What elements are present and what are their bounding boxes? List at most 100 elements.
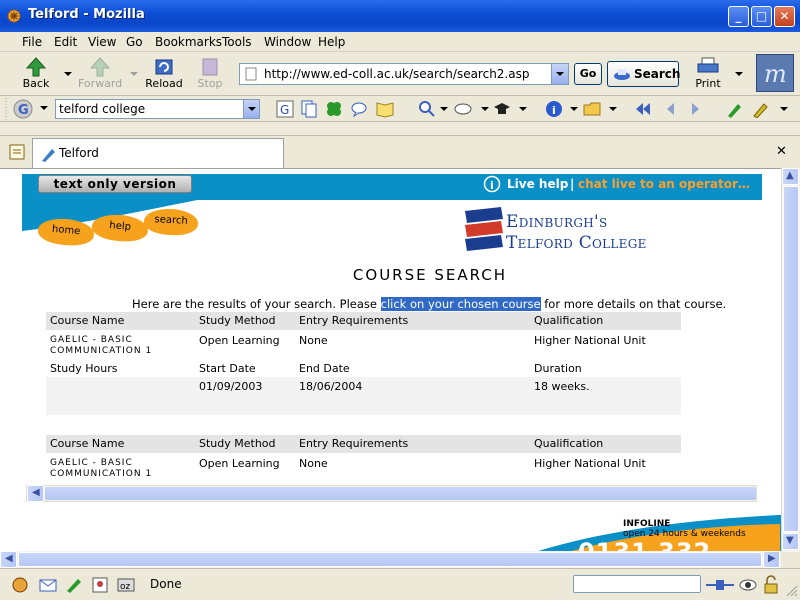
page-scroll-left-button[interactable]: ◀ [0,551,17,568]
chatzilla-icon[interactable]: oz [116,575,136,595]
header-course-name: Course Name [50,314,125,327]
directory-search-icon[interactable] [376,100,394,118]
results-horizontal-scrollbar[interactable]: ◀ [26,485,757,502]
zoom-icon[interactable] [418,100,436,118]
toolbar-search-input[interactable]: telford college [55,99,260,119]
forward-button[interactable]: Forward [78,54,122,94]
folder-dropdown[interactable] [609,107,617,111]
highlight-dropdown[interactable] [481,107,489,111]
print-button[interactable]: Print [686,54,730,94]
popup-blocker-icon[interactable] [738,575,758,595]
close-window-button[interactable]: ✕ [774,6,795,27]
print-dropdown[interactable] [735,72,743,76]
marker-dropdown[interactable] [780,107,788,111]
new-tab-icon[interactable] [8,143,26,161]
first-page-icon[interactable] [634,100,652,118]
maximize-button[interactable]: □ [751,6,772,27]
mail-icon[interactable] [38,575,58,595]
search-button[interactable]: Search [607,61,680,87]
subheader-duration: Duration [534,362,582,375]
info-circle-icon: i [483,175,501,193]
result-2-course-name[interactable]: GAELIC - BASIC COMMUNICATION 1 [50,458,152,480]
page-scroll-right-button[interactable]: ▶ [763,551,780,568]
scroll-down-button[interactable]: ▼ [782,533,799,550]
scroll-left-button[interactable]: ◀ [27,485,44,502]
page-vertical-scrollbar[interactable]: ▲ ▼ [781,168,800,552]
back-history-dropdown[interactable] [64,72,72,76]
menu-go[interactable]: Go [126,35,143,49]
toolbar-grippy-row [0,122,800,136]
go-button[interactable]: Go [574,63,602,85]
navigator-icon[interactable] [10,575,30,595]
pen-icon[interactable] [726,100,744,118]
security-lock-icon[interactable] [762,575,780,595]
mozilla-throbber-icon[interactable]: m [756,54,794,92]
chevron-right-icon: ▶ [768,553,776,564]
url-bar[interactable]: http://www.ed-coll.ac.uk/search/search2.… [239,63,569,85]
next-icon[interactable] [686,100,704,118]
online-connection-icon[interactable] [706,576,734,594]
info-icon[interactable]: i [545,100,563,118]
reload-button[interactable]: Reload [142,54,186,94]
subheader-start-date: Start Date [199,362,256,375]
page-icon [245,67,257,81]
result-1-course-name[interactable]: GAELIC - BASIC COMMUNICATION 1 [50,335,152,357]
menu-window[interactable]: Window [264,35,311,49]
page-horizontal-scrollbar[interactable]: ◀ ▶ [0,551,781,568]
text-only-version-button[interactable]: text only version [38,175,192,193]
infoline-phone[interactable]: 0131 332 2491 [578,538,781,551]
header-course-name-2: Course Name [50,437,125,450]
groups-search-icon[interactable] [350,100,368,118]
resize-grip-icon[interactable] [784,583,798,597]
google-dropdown[interactable] [40,106,48,110]
maximize-icon: □ [755,9,768,23]
menu-view[interactable]: View [88,35,116,49]
menu-file[interactable]: File [22,35,42,49]
chevron-down-icon [556,72,564,76]
live-help-link[interactable]: Live help [507,177,568,191]
horizontal-scroll-thumb[interactable] [18,552,762,567]
url-dropdown-button[interactable] [551,64,568,84]
scroll-up-button[interactable]: ▲ [782,168,799,185]
menu-edit[interactable]: Edit [54,35,77,49]
menu-bookmarks[interactable]: Bookmarks [155,35,222,49]
close-tab-icon[interactable]: ✕ [776,144,787,159]
graduation-cap-icon[interactable] [493,100,511,118]
im-feeling-lucky-icon[interactable] [325,100,343,118]
vertical-scroll-thumb[interactable] [783,186,799,532]
menu-help[interactable]: Help [318,35,345,49]
site-search-icon[interactable] [300,100,318,118]
svg-text:oz: oz [120,582,131,592]
logo-line-1: Edinburgh's [506,212,608,232]
chat-live-link[interactable]: chat live to an operator… [578,177,750,191]
tab-telford[interactable]: Telford [32,138,284,168]
minimize-button[interactable]: _ [728,6,749,27]
composer-icon[interactable] [64,575,84,595]
google-icon[interactable]: G [12,98,34,120]
scholar-dropdown[interactable] [519,107,527,111]
forward-arrow-icon [89,57,111,77]
back-button[interactable]: Back [14,54,58,94]
previous-icon[interactable] [662,100,680,118]
subheader-end-date: End Date [299,362,350,375]
forward-history-dropdown[interactable] [130,72,138,76]
highlight-icon[interactable] [454,100,472,118]
google-search-icon[interactable]: G [276,100,294,118]
results-scroll-thumb[interactable] [45,487,756,500]
status-bar: oz Done [0,568,800,600]
url-text: http://www.ed-coll.ac.uk/search/search2.… [264,67,530,81]
stop-button[interactable]: Stop [188,54,232,94]
mozilla-app-icon[interactable] [6,8,22,24]
minimize-icon: _ [735,9,742,23]
zoom-dropdown[interactable] [440,107,448,111]
result-1-study-method: Open Learning [199,334,280,347]
address-book-icon[interactable] [90,575,110,595]
chosen-course-link[interactable]: click on your chosen course [380,297,541,311]
toolbar-search-dropdown[interactable] [243,100,259,118]
header-entry-requirements: Entry Requirements [299,314,409,327]
menu-tools[interactable]: Tools [222,35,252,49]
intro-text: Here are the results of your search. Ple… [132,297,727,311]
marker-icon[interactable] [752,100,770,118]
folder-icon[interactable] [583,100,601,118]
info-dropdown[interactable] [570,107,578,111]
